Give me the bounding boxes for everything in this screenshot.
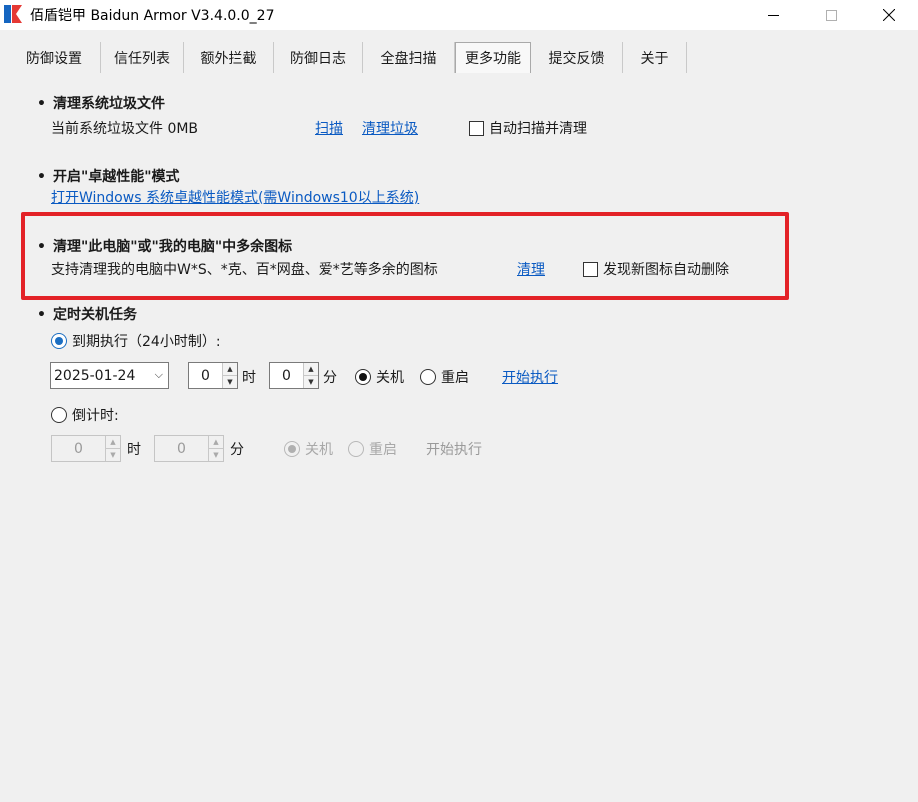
spin-up-icon: ▲ [209,436,223,448]
window-title: 佰盾铠甲 Baidun Armor V3.4.0.0_27 [30,8,275,24]
start-execute-link[interactable]: 开始执行 [502,367,558,387]
tab-about[interactable]: 关于 [623,42,687,73]
tab-defense-settings[interactable]: 防御设置 [18,42,101,73]
maximize-icon [825,9,837,21]
performance-heading: 开启"卓越性能"模式 [37,166,180,186]
spin-down-icon: ▼ [209,448,223,461]
spin-up-icon: ▲ [106,436,120,448]
clean-icons-link[interactable]: 清理 [517,259,545,279]
countdown-minute-unit: 分 [230,442,244,458]
countdown-minute-stepper: 0 ▲ ▼ [154,435,224,462]
junk-status: 当前系统垃圾文件 0MB [51,121,199,137]
countdown-start-label: 开始执行 [426,442,482,458]
shutdown-radio-label: 关机 [376,370,404,386]
auto-delete-icons-label: 发现新图标自动删除 [603,262,729,278]
spin-up-icon[interactable]: ▲ [223,363,237,375]
maximize-button[interactable] [808,0,854,30]
highlight-frame [21,212,789,300]
shutdown-radio[interactable]: 关机 [355,367,404,387]
checkbox-box [469,120,484,136]
restart-radio-label: 重启 [441,370,469,386]
shutdown-heading: 定时关机任务 [37,304,137,324]
close-icon [883,9,895,21]
tab-more-features[interactable]: 更多功能 [455,42,531,73]
auto-scan-label: 自动扫描并清理 [489,121,587,137]
icons-description: 支持清理我的电脑中W*S、*克、百*网盘、爱*艺等多余的图标 [51,262,438,278]
radio-dot [420,369,436,385]
scheduled-radio-label: 到期执行（24小时制）: [72,334,221,350]
spin-down-icon[interactable]: ▼ [304,375,318,388]
date-value: 2025-01-24 [54,367,136,384]
date-picker[interactable]: 2025-01-24 ⌵ [50,362,169,389]
radio-dot [51,407,67,423]
minute-unit: 分 [323,370,337,386]
spin-down-icon[interactable]: ▼ [223,375,237,388]
radio-dot [348,441,364,457]
auto-delete-icons-checkbox[interactable]: 发现新图标自动删除 [583,259,729,279]
main-tabs: 防御设置 信任列表 额外拦截 防御日志 全盘扫描 更多功能 提交反馈 关于 [18,42,687,73]
tab-feedback[interactable]: 提交反馈 [531,42,623,73]
checkbox-box [583,261,598,277]
radio-dot [51,333,67,349]
chevron-down-icon: ⌵ [154,368,163,381]
countdown-radio[interactable]: 倒计时: [51,405,119,425]
scheduled-radio[interactable]: 到期执行（24小时制）: [51,331,221,351]
countdown-shutdown-label: 关机 [305,442,333,458]
scan-link[interactable]: 扫描 [315,118,343,138]
radio-dot [284,441,300,457]
minimize-button[interactable] [750,0,796,30]
auto-scan-checkbox[interactable]: 自动扫描并清理 [469,118,587,138]
countdown-restart-label: 重启 [369,442,397,458]
tab-full-scan[interactable]: 全盘扫描 [363,42,455,73]
minute-value: 0 [282,367,291,384]
minimize-icon [767,14,779,16]
hour-unit: 时 [242,370,256,386]
countdown-restart-radio: 重启 [348,439,397,459]
tab-trust-list[interactable]: 信任列表 [101,42,184,73]
title-bar: 佰盾铠甲 Baidun Armor V3.4.0.0_27 [0,0,918,30]
restart-radio[interactable]: 重启 [420,367,469,387]
close-button[interactable] [866,0,912,30]
minute-stepper[interactable]: 0 ▲ ▼ [269,362,319,389]
countdown-hour-unit: 时 [127,442,141,458]
junk-heading: 清理系统垃圾文件 [37,93,165,113]
clean-junk-link[interactable]: 清理垃圾 [362,118,418,138]
spin-down-icon: ▼ [106,448,120,461]
hour-value: 0 [201,367,210,384]
hour-stepper[interactable]: 0 ▲ ▼ [188,362,238,389]
icons-heading: 清理"此电脑"或"我的电脑"中多余图标 [37,236,292,256]
performance-link[interactable]: 打开Windows 系统卓越性能模式(需Windows10以上系统) [51,187,419,207]
radio-dot [355,369,371,385]
countdown-hour-value: 0 [74,440,83,457]
spin-up-icon[interactable]: ▲ [304,363,318,375]
countdown-shutdown-radio: 关机 [284,439,333,459]
tab-defense-log[interactable]: 防御日志 [274,42,363,73]
app-logo-icon [4,5,22,23]
countdown-radio-label: 倒计时: [72,408,119,424]
countdown-hour-stepper: 0 ▲ ▼ [51,435,121,462]
countdown-minute-value: 0 [177,440,186,457]
tab-extra-block[interactable]: 额外拦截 [184,42,274,73]
